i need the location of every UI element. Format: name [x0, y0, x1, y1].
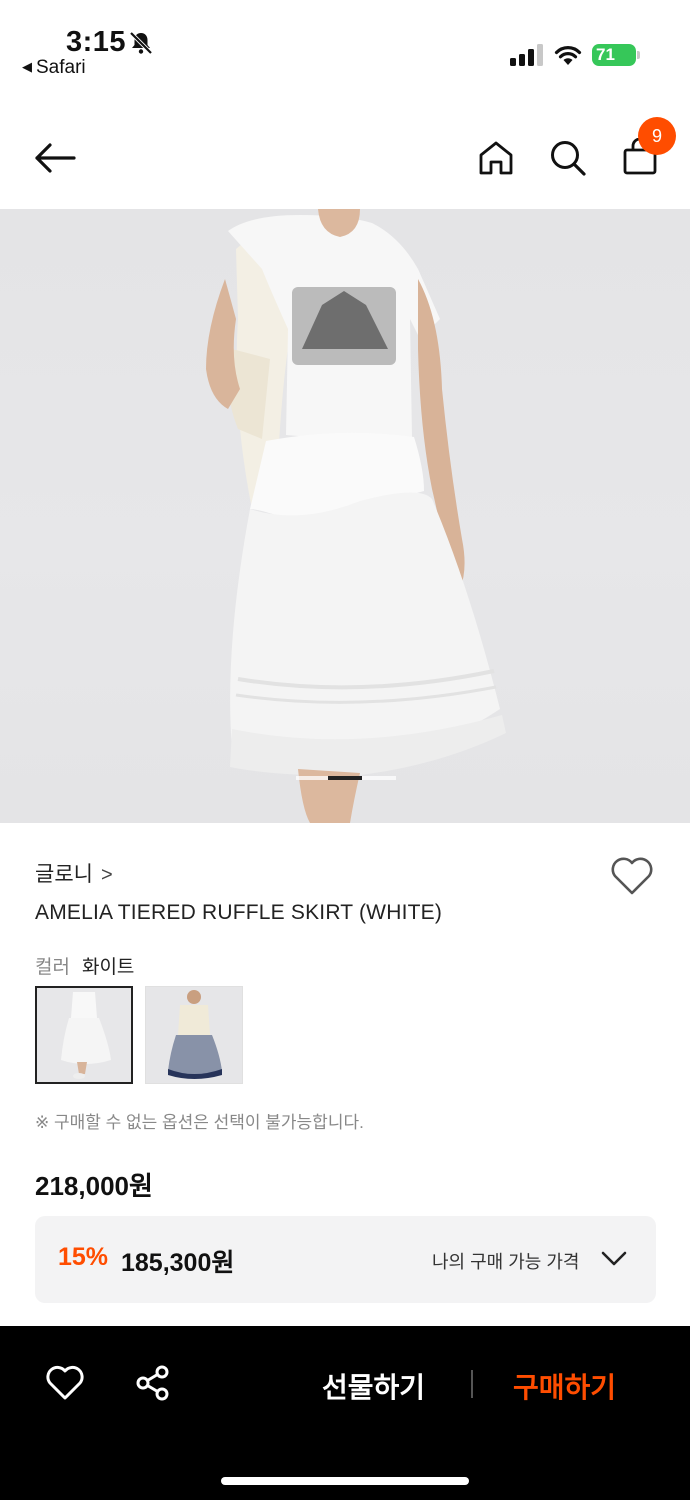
- brand-link[interactable]: 글로니 >: [35, 858, 113, 888]
- back-triangle-icon: ◀: [22, 59, 32, 74]
- battery-icon: 71: [592, 44, 640, 68]
- bell-muted-icon: [129, 31, 153, 55]
- brand-name: 글로니: [35, 863, 93, 886]
- search-icon[interactable]: [549, 139, 587, 177]
- like-heart-icon[interactable]: [46, 1365, 84, 1401]
- chevron-right-icon: >: [100, 864, 113, 886]
- gift-button[interactable]: 선물하기: [322, 1366, 425, 1406]
- share-icon[interactable]: [134, 1364, 172, 1402]
- back-arrow-icon[interactable]: [34, 143, 76, 173]
- color-label: 컬러: [35, 957, 70, 978]
- image-pager-active: [328, 776, 362, 780]
- cart-count-badge: 9: [638, 117, 676, 155]
- battery-level: 71: [596, 45, 615, 64]
- product-title: AMELIA TIERED RUFFLE SKIRT (WHITE): [35, 901, 443, 924]
- buy-button[interactable]: 구매하기: [513, 1366, 616, 1406]
- color-value: 화이트: [81, 957, 135, 978]
- button-divider: [471, 1370, 473, 1398]
- bottom-action-bar: 선물하기 구매하기: [0, 1326, 690, 1500]
- status-time: 3:15: [66, 26, 127, 58]
- image-pager: [296, 776, 396, 780]
- wifi-icon: [554, 46, 582, 65]
- discount-percent: 15%: [58, 1243, 109, 1271]
- original-price: 218,000원: [35, 1171, 153, 1201]
- color-thumbnail-navy[interactable]: [145, 986, 243, 1084]
- my-price-panel[interactable]: 15% 185,300원 나의 구매 가능 가격: [35, 1216, 656, 1303]
- cellular-signal-icon: [510, 44, 543, 66]
- color-thumbnail-white[interactable]: [35, 986, 133, 1084]
- my-price-label: 나의 구매 가능 가격: [432, 1252, 580, 1272]
- product-image[interactable]: [0, 209, 690, 823]
- wishlist-heart-icon[interactable]: [610, 856, 654, 896]
- status-bar: 3:15 ◀ Safari 71: [0, 0, 690, 96]
- thumbnail-image: [146, 987, 242, 1083]
- home-indicator[interactable]: [221, 1477, 469, 1485]
- back-app-label: Safari: [36, 57, 86, 78]
- thumbnail-image: [37, 988, 131, 1082]
- chevron-down-icon[interactable]: [601, 1250, 627, 1268]
- discount-price: 185,300원: [121, 1249, 235, 1277]
- option-notice: ※ 구매할 수 없는 옵션은 선택이 불가능합니다.: [35, 1113, 364, 1132]
- color-option-row: 컬러 화이트: [35, 952, 134, 979]
- product-photo: [206, 209, 506, 823]
- home-icon[interactable]: [478, 140, 514, 176]
- back-to-safari[interactable]: ◀ Safari: [22, 57, 86, 79]
